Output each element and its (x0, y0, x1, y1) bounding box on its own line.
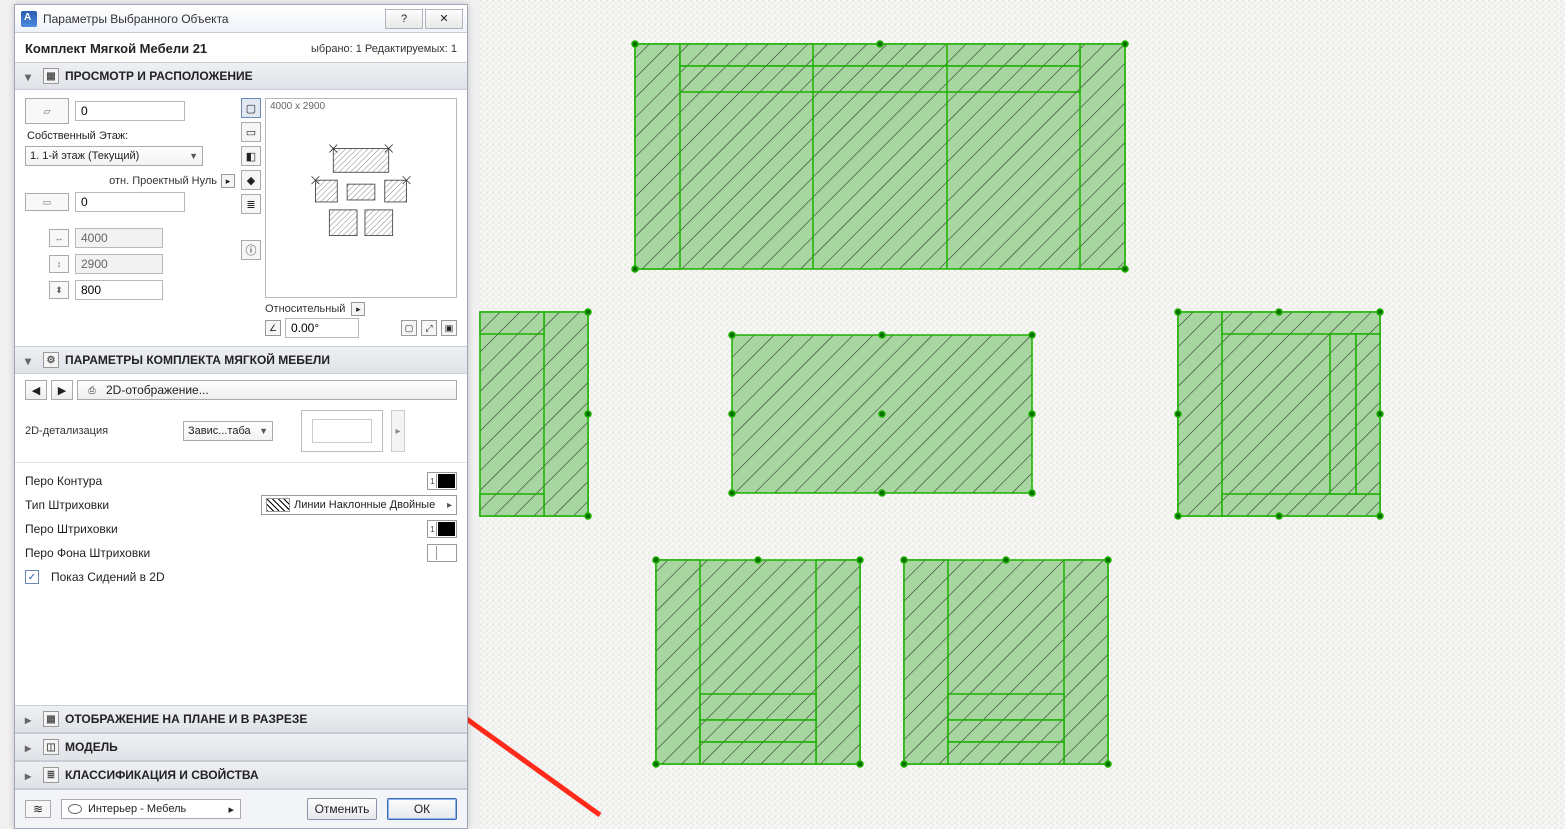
section-plan-section[interactable]: ▦ ОТОБРАЖЕНИЕ НА ПЛАНЕ И В РАЗРЕЗЕ (15, 705, 467, 733)
mirror-x-icon[interactable]: ▢ (401, 320, 417, 336)
pen-hatch-swatch[interactable]: 1 (427, 520, 457, 538)
detail-thumbnail (301, 410, 383, 452)
detail-label: 2D-детализация (25, 425, 175, 437)
canvas-armchair-left (480, 309, 591, 519)
mirror-xy-icon[interactable]: ⤢ (421, 320, 437, 336)
dim-y-icon: ↕ (49, 255, 69, 273)
dim-x-input[interactable] (75, 228, 163, 248)
param-hatch-type-label: Тип Штриховки (25, 498, 253, 512)
elevation-top-icon: ▱ (25, 98, 69, 124)
preview-pane[interactable]: 4000 x 2900 (265, 98, 457, 298)
own-floor-label: Собственный Этаж: (27, 130, 235, 142)
page-next-button[interactable]: ▶ (51, 380, 73, 400)
model-section-icon: ◫ (43, 739, 59, 755)
rel-zero-flyout[interactable]: ▸ (221, 174, 235, 188)
show-seats-checkbox[interactable] (25, 570, 39, 584)
rel-zero-label: отн. Проектный Нуль (109, 175, 217, 187)
layer-name: Интерьер - Мебель (88, 803, 186, 815)
view-info-button[interactable]: ⓘ (241, 240, 261, 260)
detail-level-select[interactable]: Завис...таба▼ (183, 421, 273, 441)
hatch-type-value: Линии Наклонные Двойные (294, 499, 435, 511)
section-label: МОДЕЛЬ (65, 740, 118, 754)
page-select-bar[interactable]: ⎙ 2D-отображение... (77, 380, 457, 400)
app-icon (21, 11, 37, 27)
mirror-y-icon[interactable]: ▣ (441, 320, 457, 336)
canvas-sofa (632, 41, 1128, 272)
param-pen-hatch-label: Перо Штриховки (25, 522, 419, 536)
ok-button[interactable]: ОК (387, 798, 457, 820)
own-floor-select[interactable]: 1. 1-й этаж (Текущий)▼ (25, 146, 203, 166)
dim-y-input[interactable] (75, 254, 163, 274)
page-label: 2D-отображение... (106, 383, 209, 397)
view-2d-button[interactable]: ▢ (241, 98, 261, 118)
close-button[interactable]: ✕ (425, 9, 463, 29)
page-prev-button[interactable]: ◀ (25, 380, 47, 400)
chevron-right-icon (25, 741, 37, 753)
hatch-swatch-icon (266, 498, 290, 512)
section-label: ПРОСМОТР И РАСПОЛОЖЕНИЕ (65, 69, 253, 83)
chevron-down-icon (25, 354, 37, 366)
layer-icon[interactable]: ≋ (25, 800, 51, 818)
elevation-bottom-input[interactable] (75, 192, 185, 212)
dim-z-icon: ⬍ (49, 281, 69, 299)
view-list-button[interactable]: ≣ (241, 194, 261, 214)
section-label: ПАРАМЕТРЫ КОМПЛЕКТА МЯГКОЙ МЕБЕЛИ (65, 353, 330, 367)
param-pen-contour-label: Перо Контура (25, 474, 419, 488)
cancel-button[interactable]: Отменить (307, 798, 377, 820)
help-button[interactable]: ? (385, 9, 423, 29)
section-label: ОТОБРАЖЕНИЕ НА ПЛАНЕ И В РАЗРЕЗЕ (65, 712, 307, 726)
show-seats-label: Показ Сидений в 2D (51, 570, 165, 584)
hatch-type-select[interactable]: Линии Наклонные Двойные ▸ (261, 495, 457, 515)
page-icon: ⎙ (84, 382, 100, 398)
canvas-armchair-br (901, 557, 1111, 767)
canvas-armchair-right (1175, 309, 1383, 519)
canvas-table (729, 332, 1035, 496)
view-front-button[interactable]: ▭ (241, 122, 261, 142)
view-shaded-button[interactable]: ◆ (241, 170, 261, 190)
angle-icon: ∠ (265, 320, 281, 336)
detail-value: Завис...таба (188, 425, 251, 437)
chevron-right-icon (25, 769, 37, 781)
section-classification[interactable]: ≣ КЛАССИФИКАЦИЯ И СВОЙСТВА (15, 761, 467, 789)
detail-thumb-next[interactable]: ▸ (391, 410, 405, 452)
elevation-top-input[interactable] (75, 101, 185, 121)
chevron-down-icon (25, 70, 37, 82)
class-section-icon: ≣ (43, 767, 59, 783)
pen-contour-swatch[interactable]: 1 (427, 472, 457, 490)
section-model[interactable]: ◫ МОДЕЛЬ (15, 733, 467, 761)
own-floor-value: 1. 1-й этаж (Текущий) (30, 150, 139, 162)
eye-icon (68, 804, 82, 814)
angle-input[interactable] (285, 318, 359, 338)
dim-z-input[interactable] (75, 280, 163, 300)
preview-section-icon: ▦ (43, 68, 59, 84)
object-name: Комплект Мягкой Мебели 21 (25, 41, 207, 56)
layer-select[interactable]: Интерьер - Мебель ▸ (61, 799, 241, 819)
relative-flyout[interactable]: ▸ (351, 302, 365, 316)
relative-label: Относительный (265, 303, 345, 315)
section-preview-placement[interactable]: ▦ ПРОСМОТР И РАСПОЛОЖЕНИЕ (15, 62, 467, 90)
pen-hatch-bg-swatch[interactable] (427, 544, 457, 562)
canvas-armchair-bl (653, 557, 863, 767)
plan-section-icon: ▦ (43, 711, 59, 727)
selection-info: ыбрано: 1 Редактируемых: 1 (311, 43, 457, 55)
params-section-icon: ⚙ (43, 352, 59, 368)
dialog-title: Параметры Выбранного Объекта (43, 12, 385, 26)
object-settings-dialog: Параметры Выбранного Объекта ? ✕ Комплек… (14, 4, 468, 829)
dialog-titlebar[interactable]: Параметры Выбранного Объекта ? ✕ (15, 5, 467, 33)
elevation-bottom-icon: ▭ (25, 193, 69, 211)
section-label: КЛАССИФИКАЦИЯ И СВОЙСТВА (65, 768, 259, 782)
param-pen-hatch-bg-label: Перо Фона Штриховки (25, 546, 419, 560)
view-3d-button[interactable]: ◧ (241, 146, 261, 166)
section-furniture-params[interactable]: ⚙ ПАРАМЕТРЫ КОМПЛЕКТА МЯГКОЙ МЕБЕЛИ (15, 346, 467, 374)
dim-x-icon: ↔ (49, 229, 69, 247)
chevron-right-icon (25, 713, 37, 725)
